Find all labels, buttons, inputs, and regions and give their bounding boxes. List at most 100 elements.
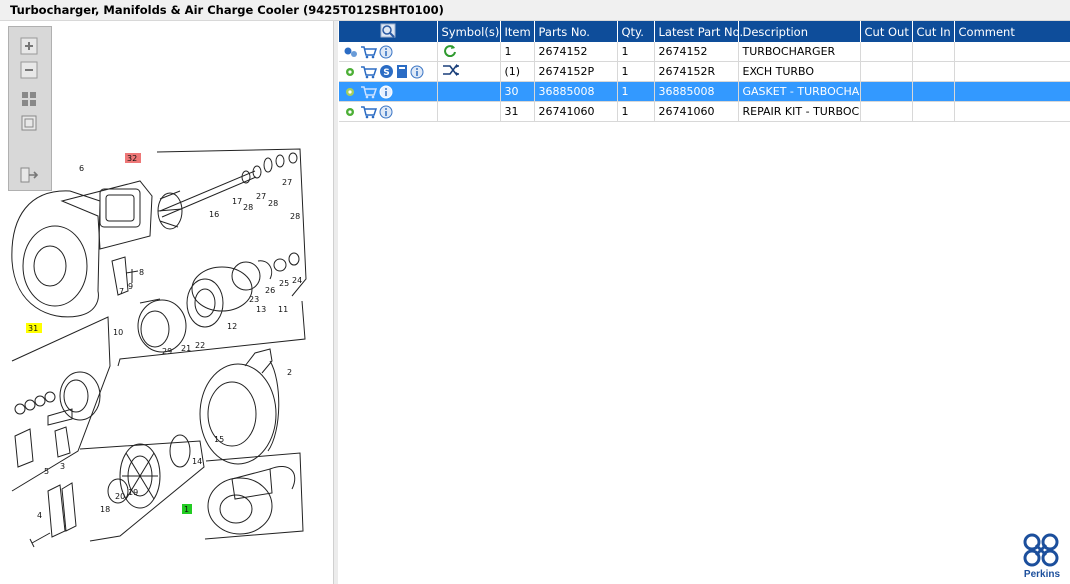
description-cell: EXCH TURBO [738, 61, 861, 82]
shopping-cart-icon[interactable] [360, 85, 377, 99]
diagram-pane[interactable]: 6 32 16 17 27 28 28 27 28 31 9 7 8 10 29 21 22 12 13 11 23 26… [0, 21, 334, 584]
latest-part-no-cell: 2674152R [654, 61, 739, 82]
callout-label[interactable]: 26 [265, 286, 275, 295]
latest-part-no-cell: 26741060 [654, 101, 739, 122]
service-exchange-icon[interactable]: S [379, 64, 394, 79]
exploded-diagram: 63216172728 282728319781029 21 221213 112326… [11, 148, 307, 548]
description-cell: TURBOCHARGER [738, 42, 861, 62]
parts-table: Symbol(s) Item Parts No. Qty. Latest Par… [339, 21, 1070, 122]
qty-cell: 1 [617, 42, 655, 62]
callout-label[interactable]: 14 [192, 457, 202, 466]
parts-list-pane: Symbol(s) Item Parts No. Qty. Latest Par… [339, 21, 1070, 584]
latest-part-no-cell: 2674152 [654, 42, 739, 62]
comment-cell [954, 42, 1070, 62]
parts-no-cell: 2674152 [534, 42, 618, 62]
refresh-icon [443, 45, 456, 58]
settings-icon[interactable] [343, 85, 358, 99]
callout-label[interactable]: 11 [278, 305, 288, 314]
svg-text:S: S [383, 68, 389, 78]
info-icon[interactable] [379, 105, 393, 119]
cut-in-cell [912, 42, 955, 62]
item-cell: 31 [500, 101, 535, 122]
column-header-cut-in[interactable]: Cut In [912, 21, 955, 42]
table-row-selected[interactable]: 30 36885008 1 36885008 GASKET - TURBOCHA… [339, 81, 1070, 102]
cut-in-cell [912, 101, 955, 122]
description-cell: REPAIR KIT - TURBOCHA [738, 101, 861, 122]
callout-label[interactable]: 4 [37, 511, 42, 520]
column-header-qty[interactable]: Qty. [617, 21, 655, 42]
callout-label[interactable]: 2 [287, 368, 292, 377]
table-header: Symbol(s) Item Parts No. Qty. Latest Par… [339, 21, 1070, 42]
callout-label[interactable]: 16 [209, 210, 219, 219]
gear-icon[interactable] [343, 45, 358, 59]
table-row[interactable]: S (1) 2674152P 1 2674152R EXCH TURBO [339, 61, 1070, 82]
shopping-cart-icon[interactable] [360, 105, 377, 119]
shopping-cart-icon[interactable] [360, 45, 377, 59]
cut-out-cell [860, 61, 913, 82]
table-row[interactable]: 1 2674152 1 2674152 TURBOCHARGER [339, 42, 1070, 62]
parts-no-cell: 36885008 [534, 81, 618, 102]
callout-label[interactable]: 18 [100, 505, 110, 514]
callout-label[interactable]: 32 [127, 154, 137, 163]
callout-label[interactable]: 28 [243, 203, 253, 212]
cut-in-cell [912, 81, 955, 102]
perkins-logo-icon [1023, 533, 1059, 567]
qty-cell: 1 [617, 81, 655, 102]
column-header-cut-out[interactable]: Cut Out [860, 21, 913, 42]
callout-label[interactable]: 8 [139, 268, 144, 277]
window-titlebar: Turbocharger, Manifolds & Air Charge Coo… [0, 0, 1070, 21]
latest-part-no-cell: 36885008 [654, 81, 739, 102]
column-header-parts-no[interactable]: Parts No. [534, 21, 618, 42]
table-row[interactable]: 31 26741060 1 26741060 REPAIR KIT - TURB… [339, 101, 1070, 122]
item-cell: (1) [500, 61, 535, 82]
column-header-item[interactable]: Item [500, 21, 535, 42]
callout-label[interactable]: 10 [113, 328, 123, 337]
column-header-comment[interactable]: Comment [954, 21, 1070, 42]
callout-label[interactable]: 28 [268, 199, 278, 208]
parts-no-cell: 26741060 [534, 101, 618, 122]
qty-cell: 1 [617, 61, 655, 82]
item-cell: 30 [500, 81, 535, 102]
callout-label[interactable]: 17 [232, 197, 242, 206]
column-header-view[interactable] [339, 21, 438, 42]
callout-label[interactable]: 12 [227, 322, 237, 331]
column-header-latest-part-no[interactable]: Latest Part No. [654, 21, 743, 42]
callout-label[interactable]: 25 [279, 279, 289, 288]
settings-icon[interactable] [343, 105, 358, 119]
description-cell: GASKET - TURBOCHARG [738, 81, 861, 102]
zoom-to-part-icon [380, 23, 396, 38]
callout-label[interactable]: 28 [290, 212, 300, 221]
cut-in-cell [912, 61, 955, 82]
supersession-icon [442, 64, 459, 76]
parts-no-cell: 2674152P [534, 61, 618, 82]
perkins-logo: Perkins [1020, 532, 1064, 582]
column-header-symbols[interactable]: Symbol(s) [437, 21, 501, 42]
callout-label[interactable]: 27 [256, 192, 266, 201]
callout-label[interactable]: 22 [195, 341, 205, 350]
comment-cell [954, 101, 1070, 122]
callout-label[interactable]: 24 [292, 276, 302, 285]
callout-label[interactable]: 9 [128, 282, 133, 291]
callout-label[interactable]: 13 [256, 305, 266, 314]
cut-out-cell [860, 101, 913, 122]
pane-splitter[interactable] [334, 21, 338, 584]
settings-icon[interactable] [343, 65, 358, 79]
info-icon[interactable] [379, 45, 393, 59]
callout-label[interactable]: 27 [282, 178, 292, 187]
window-title: Turbocharger, Manifolds & Air Charge Coo… [10, 3, 444, 17]
cut-out-cell [860, 81, 913, 102]
perkins-logo-text: Perkins [1023, 569, 1061, 580]
callout-label[interactable]: 6 [79, 164, 84, 173]
book-icon[interactable] [396, 64, 408, 79]
comment-cell [954, 81, 1070, 102]
column-header-description[interactable]: Description [738, 21, 861, 42]
shopping-cart-icon[interactable] [360, 65, 377, 79]
callout-label[interactable]: 1 [184, 505, 189, 514]
info-icon[interactable] [410, 65, 424, 79]
info-icon[interactable] [379, 85, 393, 99]
callout-label[interactable]: 31 [28, 324, 38, 333]
callout-label[interactable]: 3 [60, 462, 65, 471]
item-cell: 1 [500, 42, 535, 62]
qty-cell: 1 [617, 101, 655, 122]
callout-label[interactable]: 15 [214, 435, 224, 444]
